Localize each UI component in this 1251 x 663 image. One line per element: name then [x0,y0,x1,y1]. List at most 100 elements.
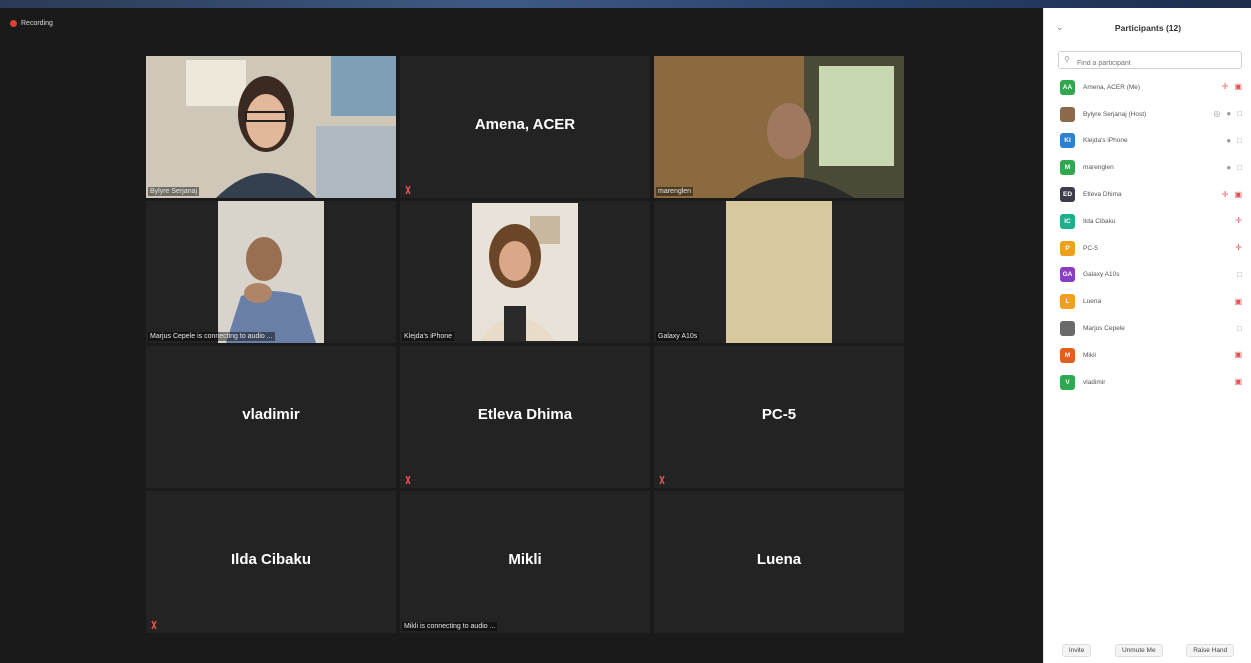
participant-name: Amena, ACER (Me) [1083,83,1141,91]
tile-caption: marenglen [656,187,694,196]
tile-name: vladimir [242,406,300,423]
participant-video [400,201,650,343]
tile-caption: Galaxy A10s [656,332,700,341]
recording-indicator[interactable]: Recording [10,20,53,27]
tile-name: Mikli [508,551,542,568]
participant-row[interactable]: IC Ilda Cibaku ✛ [1044,208,1251,235]
avatar: ED [1060,187,1075,203]
participant-row[interactable]: AA Amena, ACER (Me) ✛ ▣ [1044,74,1251,101]
mic-icon[interactable]: ● [1226,136,1231,145]
recording-label: Recording [21,20,53,27]
video-tile-mikli[interactable]: Mikli Mikli is connecting to audio ... [400,491,650,633]
mic-muted-icon [659,475,665,485]
video-icon[interactable]: □ [1237,163,1242,172]
video-tile-klejda[interactable]: Klejda's iPhone [400,201,650,343]
mic-muted-icon [405,475,411,485]
participant-row[interactable]: Bylyre Serjanaj (Host) ◎ ● □ [1044,101,1251,128]
avatar: L [1060,294,1075,310]
meeting-video-area: Recording Bylyre Serjanaj Amena, ACER ma… [0,8,1043,663]
mic-muted-icon[interactable]: ✛ [1235,217,1242,225]
participant-row[interactable]: V vladimir ▣ [1044,369,1251,396]
mic-icon[interactable]: ● [1226,163,1231,172]
participant-row[interactable]: P PC-5 ✛ [1044,235,1251,262]
participant-video [146,201,396,343]
avatar: IC [1060,213,1075,229]
participant-name: Mikli [1083,351,1096,359]
tile-caption: Marjus Cepele is connecting to audio ... [148,332,275,341]
mic-muted-icon [151,620,157,630]
avatar: V [1060,374,1075,390]
video-icon[interactable]: □ [1237,324,1242,333]
video-tile-pc5[interactable]: PC-5 [654,346,904,488]
participant-row[interactable]: Marjus Cepele □ [1044,315,1251,342]
tile-caption: Mikli is connecting to audio ... [402,622,498,631]
avatar: M [1060,160,1075,176]
raise-hand-button[interactable]: Raise Hand [1186,643,1235,657]
participants-title: Participants (12) [1114,23,1182,33]
video-icon[interactable]: □ [1237,136,1242,145]
participant-search[interactable]: ⚲ [1058,51,1242,72]
participants-list: AA Amena, ACER (Me) ✛ ▣ Bylyre Serjanaj (… [1044,74,1251,396]
tile-name: PC-5 [761,406,797,423]
participants-panel: ⌄ Participants (12) ⚲ AA Amena, ACER (Me… [1043,8,1251,663]
participant-video [654,56,904,198]
avatar: KI [1060,133,1075,149]
participant-name: PC-5 [1083,244,1098,252]
tile-caption: Klejda's iPhone [402,332,455,341]
invite-button[interactable]: Invite [1061,643,1092,657]
participant-row[interactable]: M Mikli ▣ [1044,342,1251,369]
participant-row[interactable]: KI Klejda's iPhone ● □ [1044,128,1251,155]
video-tile-amena[interactable]: Amena, ACER [400,56,650,198]
participant-name: Marjus Cepele [1083,325,1125,333]
participant-name: Etleva Dhima [1083,191,1122,199]
participant-name: Klejda's iPhone [1083,137,1128,145]
tile-name: Ilda Cibaku [230,551,312,568]
unmute-me-button[interactable]: Unmute Me [1114,643,1163,657]
participant-row[interactable]: M marenglen ● □ [1044,154,1251,181]
participant-row[interactable]: ED Etleva Dhima ✛ ▣ [1044,181,1251,208]
avatar [1060,106,1075,122]
participant-row[interactable]: GA Galaxy A10s □ [1044,262,1251,289]
tile-name: Luena [756,551,802,568]
avatar: P [1060,240,1075,256]
mic-muted-icon[interactable]: ✛ [1222,190,1229,199]
video-tile-marjus[interactable]: Marjus Cepele is connecting to audio ... [146,201,396,343]
video-off-icon[interactable]: ▣ [1234,351,1242,359]
video-off-icon[interactable]: ▣ [1234,190,1242,199]
video-tile-vladimir[interactable]: vladimir [146,346,396,488]
search-icon: ⚲ [1064,55,1070,64]
search-input[interactable] [1059,55,1241,72]
video-icon[interactable]: □ [1237,110,1242,118]
video-tile-galaxy[interactable]: Galaxy A10s [654,201,904,343]
video-off-icon[interactable]: ▣ [1234,83,1242,91]
tile-caption: Bylyre Serjanaj [148,187,200,196]
mic-muted-icon [405,185,411,195]
avatar: GA [1060,267,1075,283]
participants-footer: Invite Unmute Me Raise Hand [1044,637,1251,663]
tile-name: Etleva Dhima [477,406,573,423]
video-tile-marenglen[interactable]: marenglen [654,56,904,198]
avatar [1060,321,1075,337]
video-icon[interactable]: □ [1237,270,1242,279]
mic-muted-icon[interactable]: ✛ [1235,244,1242,252]
share-icon[interactable]: ◎ [1213,110,1220,118]
video-tile-etleva[interactable]: Etleva Dhima [400,346,650,488]
video-tile-ilda[interactable]: Ilda Cibaku [146,491,396,633]
video-tile-bylyre[interactable]: Bylyre Serjanaj [146,56,396,198]
participant-name: Bylyre Serjanaj (Host) [1083,110,1147,118]
video-off-icon[interactable]: ▣ [1234,297,1242,306]
mic-muted-icon[interactable]: ✛ [1222,83,1229,91]
record-dot-icon [10,20,17,27]
video-tile-luena[interactable]: Luena [654,491,904,633]
mic-icon[interactable]: ● [1226,110,1231,118]
participant-name: vladimir [1083,378,1106,386]
participant-row[interactable]: L Luena ▣ [1044,288,1251,315]
participant-name: Luena [1083,298,1102,306]
participant-name: Ilda Cibaku [1083,217,1116,225]
participant-video [654,201,904,343]
participant-name: marenglen [1083,164,1114,172]
participant-name: Galaxy A10s [1083,271,1120,279]
video-off-icon[interactable]: ▣ [1234,378,1242,386]
avatar: M [1060,347,1075,363]
avatar: AA [1060,79,1075,95]
